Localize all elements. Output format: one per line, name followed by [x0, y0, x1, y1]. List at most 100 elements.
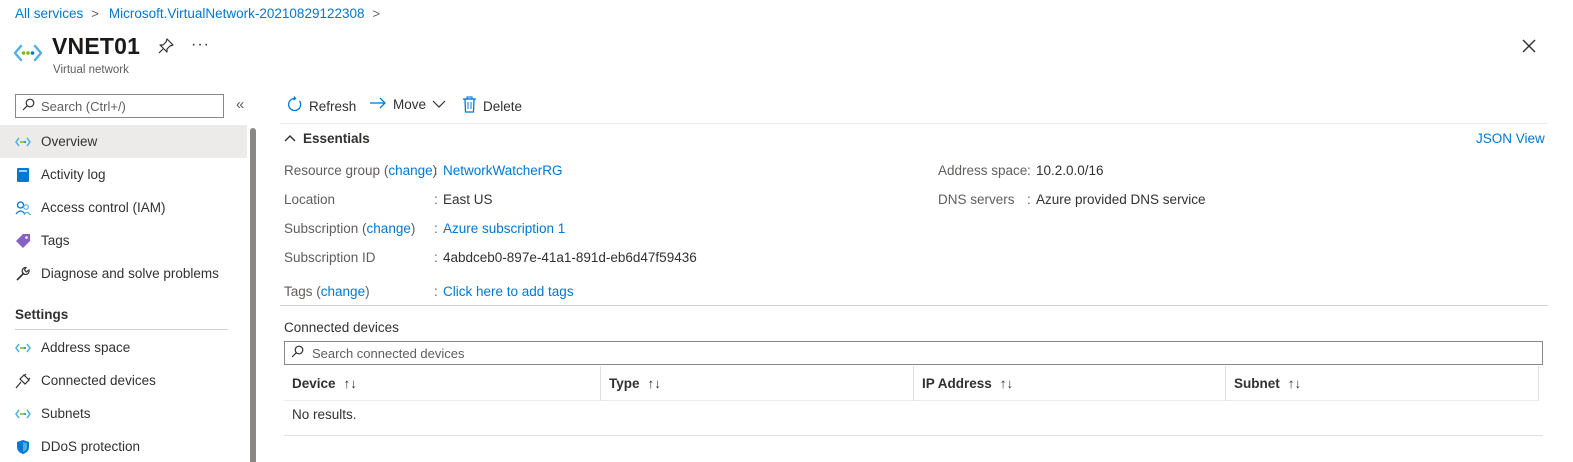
- connected-devices-title: Connected devices: [284, 320, 399, 335]
- plug-icon: [15, 373, 31, 389]
- sort-icon: ↑↓: [1287, 376, 1302, 391]
- sidebar-item-subnets[interactable]: Subnets: [0, 397, 247, 430]
- tag-icon: [15, 233, 31, 249]
- sidebar-item-label: Activity log: [41, 167, 106, 182]
- refresh-label: Refresh: [309, 98, 357, 114]
- resource-group-value-link[interactable]: NetworkWatcherRG: [443, 163, 563, 178]
- essentials-divider: [280, 305, 1548, 306]
- refresh-button[interactable]: Refresh: [286, 96, 356, 116]
- colon: :: [434, 284, 438, 299]
- empty-table-message: No results.: [292, 407, 357, 422]
- vnet-icon: [15, 406, 31, 422]
- sort-icon: ↑↓: [343, 376, 358, 391]
- tags-label: Tags (change): [284, 284, 370, 299]
- connected-devices-search-input[interactable]: Search connected devices: [284, 341, 1543, 365]
- toolbar-divider: [280, 123, 1548, 124]
- connected-devices-search-placeholder: Search connected devices: [312, 345, 465, 361]
- arrow-right-icon: [369, 96, 387, 113]
- virtual-network-icon: [13, 42, 43, 67]
- table-bottom-divider: [284, 435, 1543, 436]
- table-header: Device ↑↓ Type ↑↓ IP Address ↑↓ Subnet ↑…: [284, 366, 1539, 401]
- sidebar-item-activity-log[interactable]: Activity log: [0, 158, 247, 191]
- more-options-icon[interactable]: ···: [191, 36, 210, 54]
- activity-log-icon: [15, 167, 31, 183]
- sidebar-item-label: Diagnose and solve problems: [41, 266, 219, 281]
- column-header-subnet[interactable]: Subnet ↑↓: [1226, 366, 1539, 401]
- sort-icon: ↑↓: [999, 376, 1014, 391]
- location-label: Location: [284, 192, 336, 207]
- sidebar-item-ddos-protection[interactable]: DDoS protection: [0, 430, 247, 462]
- colon: :: [434, 192, 438, 207]
- trash-icon: [462, 96, 477, 116]
- address-space-label: Address space: [938, 163, 1028, 178]
- essentials-toggle[interactable]: Essentials: [284, 131, 370, 146]
- delete-label: Delete: [483, 98, 523, 114]
- colon: :: [434, 221, 438, 236]
- sort-icon: ↑↓: [647, 376, 662, 391]
- sidebar-item-label: DDoS protection: [41, 439, 141, 454]
- pin-icon[interactable]: [157, 37, 175, 58]
- sidebar-item-label: Tags: [41, 233, 70, 248]
- column-header-device[interactable]: Device ↑↓: [284, 366, 601, 401]
- sidebar-item-address-space[interactable]: Address space: [0, 331, 247, 364]
- move-label: Move: [393, 97, 427, 112]
- sidebar-search-placeholder: Search (Ctrl+/): [41, 98, 126, 114]
- vnet-icon: [15, 134, 31, 150]
- vnet-icon: [15, 340, 31, 356]
- sidebar-item-label: Subnets: [41, 406, 91, 421]
- breadcrumb-separator: >: [372, 6, 381, 21]
- shield-icon: [15, 439, 31, 455]
- essentials-title: Essentials: [303, 131, 370, 146]
- colon: :: [1027, 192, 1031, 207]
- sidebar-item-access-control[interactable]: Access control (IAM): [0, 191, 247, 224]
- colon: :: [1027, 163, 1031, 178]
- subscription-id-label: Subscription ID: [284, 250, 376, 265]
- sidebar-item-label: Access control (IAM): [41, 200, 166, 215]
- page-subtitle: Virtual network: [53, 64, 129, 76]
- change-tags-link[interactable]: change: [321, 284, 365, 299]
- subscription-id-value: 4abdceb0-897e-41a1-891d-eb6d47f59436: [443, 250, 697, 265]
- refresh-icon: [286, 96, 303, 116]
- change-resource-group-link[interactable]: change: [388, 163, 432, 178]
- wrench-icon: [15, 266, 31, 282]
- settings-section-title: Settings: [15, 307, 69, 322]
- column-header-ip-address[interactable]: IP Address ↑↓: [914, 366, 1226, 401]
- sidebar-item-diagnose[interactable]: Diagnose and solve problems: [0, 257, 247, 290]
- colon: :: [434, 250, 438, 265]
- subscription-label: Subscription (change): [284, 221, 416, 236]
- page-title: VNET01: [52, 33, 141, 59]
- sidebar-search-input[interactable]: Search (Ctrl+/): [15, 94, 224, 118]
- chevron-down-icon: [432, 97, 446, 112]
- breadcrumb: All services > Microsoft.VirtualNetwork-…: [15, 6, 390, 21]
- address-space-value: 10.2.0.0/16: [1036, 163, 1104, 178]
- collapse-sidebar-icon[interactable]: «: [236, 96, 244, 113]
- close-icon[interactable]: [1521, 38, 1537, 57]
- sidebar-item-overview[interactable]: Overview: [0, 125, 247, 158]
- breadcrumb-all-services[interactable]: All services: [15, 6, 83, 21]
- search-icon: [291, 345, 304, 361]
- people-icon: [15, 200, 31, 216]
- move-button[interactable]: Move: [369, 96, 446, 113]
- dns-servers-value: Azure provided DNS service: [1036, 192, 1206, 207]
- change-subscription-link[interactable]: change: [367, 221, 411, 236]
- search-icon: [22, 98, 35, 114]
- section-divider: [15, 329, 228, 330]
- breadcrumb-deployment[interactable]: Microsoft.VirtualNetwork-20210829122308: [109, 6, 365, 21]
- sidebar-item-tags[interactable]: Tags: [0, 224, 247, 257]
- sidebar-item-label: Connected devices: [41, 373, 156, 388]
- sidebar-item-label: Address space: [41, 340, 131, 355]
- json-view-link[interactable]: JSON View: [1476, 131, 1545, 146]
- resource-group-label: Resource group (change): [284, 163, 438, 178]
- subscription-value-link[interactable]: Azure subscription 1: [443, 221, 565, 236]
- sidebar-item-label: Overview: [41, 134, 98, 149]
- add-tags-link[interactable]: Click here to add tags: [443, 284, 574, 299]
- location-value: East US: [443, 192, 493, 207]
- sidebar-item-connected-devices[interactable]: Connected devices: [0, 364, 247, 397]
- dns-servers-label: DNS servers: [938, 192, 1015, 207]
- sidebar-scrollbar[interactable]: [250, 128, 256, 462]
- colon: :: [434, 163, 438, 178]
- column-header-type[interactable]: Type ↑↓: [601, 366, 914, 401]
- delete-button[interactable]: Delete: [462, 96, 522, 116]
- chevron-up-icon: [284, 131, 296, 146]
- breadcrumb-separator: >: [91, 6, 99, 21]
